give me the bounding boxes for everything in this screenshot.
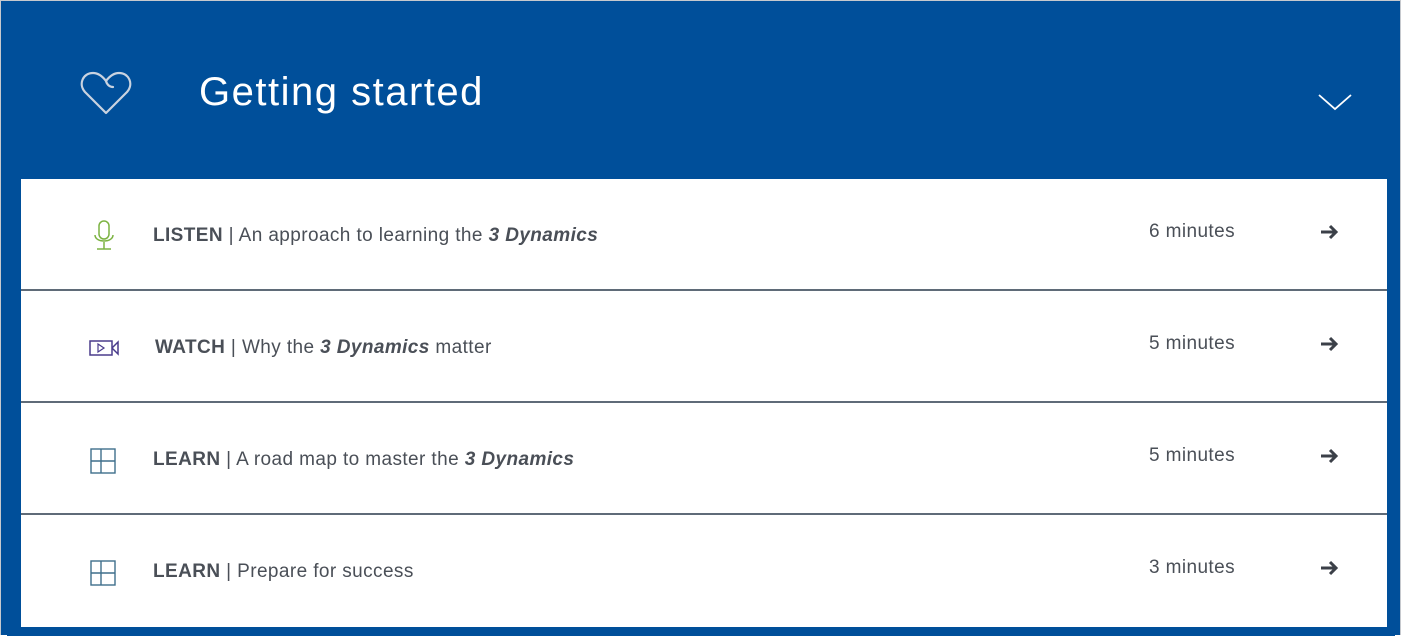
item-label: LISTEN | An approach to learning the 3 D… (153, 225, 598, 247)
item-separator: | (222, 225, 239, 246)
item-emphasis: 3 Dynamics (320, 337, 430, 358)
list-item[interactable]: LEARN | A road map to master the 3 Dynam… (21, 403, 1387, 515)
item-separator: | (220, 561, 238, 582)
item-type: LEARN (153, 449, 221, 470)
item-separator: | (220, 449, 237, 470)
arrow-right-icon[interactable] (1319, 559, 1341, 577)
microphone-icon (94, 220, 114, 250)
item-emphasis: 3 Dynamics (464, 449, 575, 470)
layout-grid-icon (90, 560, 116, 586)
item-emphasis: 3 Dynamics (488, 225, 599, 246)
layout-grid-icon (90, 448, 116, 474)
list-item[interactable]: LISTEN | An approach to learning the 3 D… (21, 179, 1387, 291)
section-header[interactable]: Getting started (7, 7, 1395, 179)
item-separator: | (225, 337, 242, 358)
item-label: LEARN | Prepare for success (153, 561, 414, 583)
item-label: WATCH | Why the 3 Dynamics matter (155, 337, 492, 359)
heart-outline-icon (80, 71, 132, 115)
list-item[interactable]: WATCH | Why the 3 Dynamics matter 5 minu… (21, 291, 1387, 403)
getting-started-panel: Getting started LISTEN | An approach to … (7, 7, 1395, 636)
frame: Getting started LISTEN | An approach to … (0, 0, 1401, 636)
section-title: Getting started (199, 70, 484, 114)
item-duration: 3 minutes (1149, 557, 1235, 578)
item-text: Prepare for success (237, 561, 414, 582)
item-label: LEARN | A road map to master the 3 Dynam… (153, 449, 574, 471)
item-text: An approach to learning the (238, 225, 489, 246)
lesson-list: LISTEN | An approach to learning the 3 D… (21, 179, 1387, 627)
item-type: LEARN (153, 561, 221, 582)
item-text: Why the (241, 337, 321, 358)
item-text-after: matter (429, 337, 492, 358)
list-item[interactable]: LEARN | Prepare for success 3 minutes (21, 515, 1387, 627)
arrow-right-icon[interactable] (1319, 223, 1341, 241)
item-duration: 5 minutes (1149, 445, 1235, 466)
item-duration: 5 minutes (1149, 333, 1235, 354)
item-text: A road map to master the (236, 449, 465, 470)
item-duration: 6 minutes (1149, 221, 1235, 242)
item-type: LISTEN (153, 225, 223, 246)
arrow-right-icon[interactable] (1319, 335, 1341, 353)
item-type: WATCH (155, 337, 226, 358)
arrow-right-icon[interactable] (1319, 447, 1341, 465)
video-camera-icon (89, 340, 119, 356)
chevron-down-icon[interactable] (1317, 91, 1353, 113)
